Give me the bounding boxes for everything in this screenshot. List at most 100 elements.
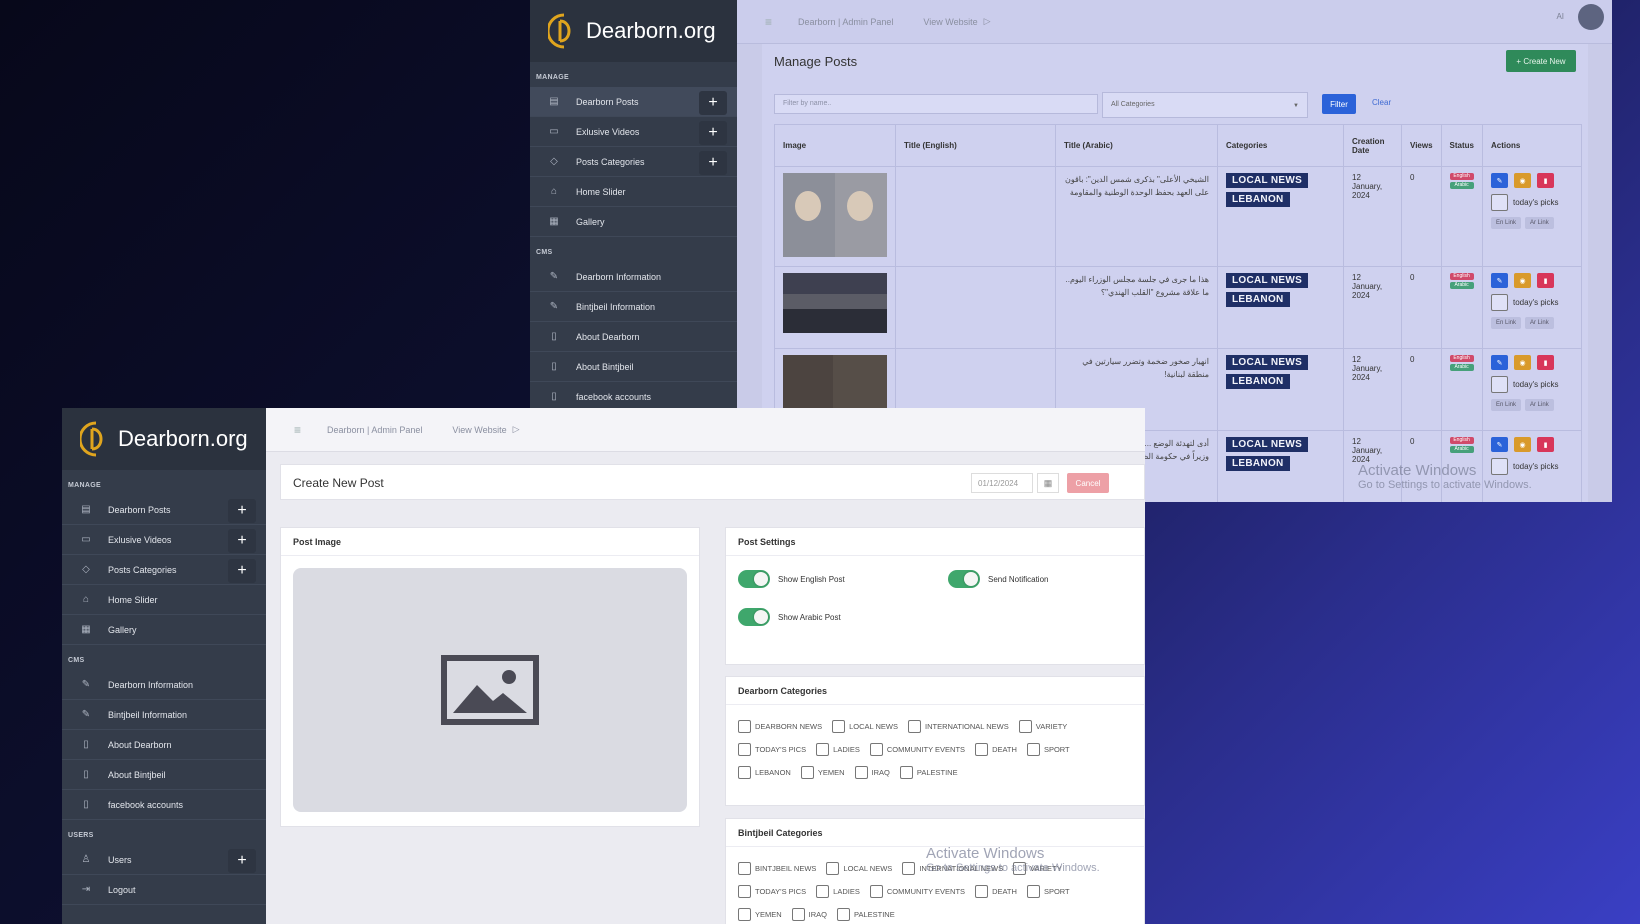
category-checkbox[interactable]: YEMEN: [738, 907, 782, 921]
checkbox-box[interactable]: [800, 765, 814, 779]
eye-icon[interactable]: ◉: [1514, 273, 1531, 288]
sidebar-item-facebook[interactable]: ▯ facebook accounts: [62, 790, 266, 820]
checkbox-box[interactable]: [975, 884, 989, 898]
en-link-button[interactable]: En Link: [1491, 399, 1522, 411]
checkbox-box[interactable]: [1018, 719, 1032, 733]
post-thumbnail[interactable]: [783, 355, 887, 411]
checkbox-box[interactable]: [975, 742, 989, 756]
edit-icon[interactable]: ✎: [1491, 355, 1508, 370]
eye-icon[interactable]: ◉: [1514, 173, 1531, 188]
category-checkbox[interactable]: PALESTINE: [899, 765, 958, 779]
category-checkbox[interactable]: DEATH: [975, 742, 1017, 756]
checkbox-box[interactable]: [791, 907, 805, 921]
sidebar-item-about-dearborn[interactable]: ▯ About Dearborn: [530, 322, 737, 352]
avatar[interactable]: [1578, 4, 1604, 30]
category-checkbox[interactable]: IRAQ: [854, 765, 890, 779]
sidebar-item-home-slider[interactable]: ⌂ Home Slider: [62, 585, 266, 615]
date-input[interactable]: 01/12/2024: [971, 473, 1033, 493]
sidebar-item-videos[interactable]: ▭ Exlusive Videos +: [62, 525, 266, 555]
checkbox-box[interactable]: [854, 765, 868, 779]
todays-picks-checkbox[interactable]: [1491, 376, 1508, 393]
category-checkbox[interactable]: LOCAL NEWS: [832, 719, 898, 733]
clear-button[interactable]: Clear: [1372, 98, 1391, 107]
send-notification-toggle[interactable]: Send Notification: [948, 570, 1048, 588]
calendar-icon[interactable]: ▦: [1037, 473, 1059, 493]
add-video-button[interactable]: +: [699, 121, 727, 145]
sidebar-item-dearborn-posts[interactable]: ▤ Dearborn Posts +: [62, 495, 266, 525]
add-post-button[interactable]: +: [699, 91, 727, 115]
sidebar-item-about-dearborn[interactable]: ▯ About Dearborn: [62, 730, 266, 760]
post-thumbnail[interactable]: [783, 273, 887, 333]
category-checkbox[interactable]: LEBANON: [738, 765, 791, 779]
edit-icon[interactable]: ✎: [1491, 437, 1508, 452]
checkbox-box[interactable]: [902, 861, 916, 875]
sidebar-item-categories[interactable]: ◇ Posts Categories +: [530, 147, 737, 177]
add-post-button[interactable]: +: [228, 499, 256, 523]
checkbox-box[interactable]: [816, 742, 830, 756]
trash-icon[interactable]: ▮: [1537, 273, 1554, 288]
category-checkbox[interactable]: LADIES: [816, 884, 860, 898]
en-link-button[interactable]: En Link: [1491, 317, 1522, 329]
logo[interactable]: Dearborn.org: [530, 0, 737, 62]
menu-icon[interactable]: ≡: [294, 423, 301, 437]
category-checkbox[interactable]: YEMEN: [800, 765, 845, 779]
add-category-button[interactable]: +: [228, 559, 256, 583]
category-checkbox[interactable]: LOCAL NEWS: [826, 861, 892, 875]
sidebar-item-dearborn-info[interactable]: ✎ Dearborn Information: [530, 262, 737, 292]
filter-button[interactable]: Filter: [1322, 94, 1356, 114]
checkbox-box[interactable]: [837, 907, 851, 921]
add-category-button[interactable]: +: [699, 151, 727, 175]
post-thumbnail[interactable]: [783, 173, 887, 257]
sidebar-item-home-slider[interactable]: ⌂ Home Slider: [530, 177, 737, 207]
category-checkbox[interactable]: TODAY'S PICS: [738, 742, 806, 756]
category-checkbox[interactable]: SPORT: [1026, 742, 1070, 756]
sidebar-item-dearborn-info[interactable]: ✎ Dearborn Information: [62, 670, 266, 700]
sidebar-item-bintjbeil-info[interactable]: ✎ Bintjbeil Information: [62, 700, 266, 730]
add-user-button[interactable]: +: [228, 849, 256, 873]
trash-icon[interactable]: ▮: [1537, 437, 1554, 452]
cancel-button[interactable]: Cancel: [1067, 473, 1109, 493]
ar-link-button[interactable]: Ar Link: [1525, 399, 1554, 411]
checkbox-box[interactable]: [738, 907, 751, 921]
category-checkbox[interactable]: BINTJBEIL NEWS: [738, 861, 816, 875]
sidebar-item-categories[interactable]: ◇ Posts Categories +: [62, 555, 266, 585]
checkbox-box[interactable]: [869, 884, 883, 898]
sidebar-item-about-bintjbeil[interactable]: ▯ About Bintjbeil: [62, 760, 266, 790]
eye-icon[interactable]: ◉: [1514, 355, 1531, 370]
checkbox-box[interactable]: [738, 884, 751, 898]
filter-input[interactable]: Filter by name..: [774, 94, 1098, 114]
trash-icon[interactable]: ▮: [1537, 355, 1554, 370]
edit-icon[interactable]: ✎: [1491, 273, 1508, 288]
checkbox-box[interactable]: [816, 884, 830, 898]
sidebar-item-bintjbeil-info[interactable]: ✎ Bintjbeil Information: [530, 292, 737, 322]
view-website-link[interactable]: View Website ▷: [923, 16, 990, 27]
checkbox-box[interactable]: [908, 719, 921, 733]
eye-icon[interactable]: ◉: [1514, 437, 1531, 452]
sidebar-item-logout[interactable]: ⇥ Logout: [62, 875, 266, 905]
view-website-link[interactable]: View Website ▷: [452, 424, 519, 435]
checkbox-box[interactable]: [738, 861, 751, 875]
sidebar-item-dearborn-posts[interactable]: ▤ Dearborn Posts +: [530, 87, 737, 117]
create-new-button[interactable]: + Create New: [1506, 50, 1576, 72]
logo[interactable]: Dearborn.org: [62, 408, 266, 470]
todays-picks-checkbox[interactable]: [1491, 294, 1508, 311]
sidebar-item-about-bintjbeil[interactable]: ▯ About Bintjbeil: [530, 352, 737, 382]
show-english-toggle[interactable]: Show English Post: [738, 570, 845, 588]
category-checkbox[interactable]: LADIES: [816, 742, 860, 756]
sidebar-item-gallery[interactable]: ▦ Gallery: [530, 207, 737, 237]
sidebar-item-users[interactable]: ♙ Users +: [62, 845, 266, 875]
image-upload-area[interactable]: [293, 568, 687, 812]
checkbox-box[interactable]: [832, 719, 846, 733]
checkbox-box[interactable]: [1026, 884, 1040, 898]
category-checkbox[interactable]: COMMUNITY EVENTS: [869, 884, 965, 898]
checkbox-box[interactable]: [738, 765, 751, 779]
category-checkbox[interactable]: DEATH: [975, 884, 1017, 898]
checkbox-box[interactable]: [899, 765, 913, 779]
checkbox-box[interactable]: [826, 861, 840, 875]
category-checkbox[interactable]: VARIETY: [1018, 719, 1067, 733]
show-arabic-toggle[interactable]: Show Arabic Post: [738, 608, 841, 626]
add-video-button[interactable]: +: [228, 529, 256, 553]
todays-picks-checkbox[interactable]: [1491, 194, 1508, 211]
toggle-switch[interactable]: [738, 570, 770, 588]
category-checkbox[interactable]: SPORT: [1026, 884, 1070, 898]
